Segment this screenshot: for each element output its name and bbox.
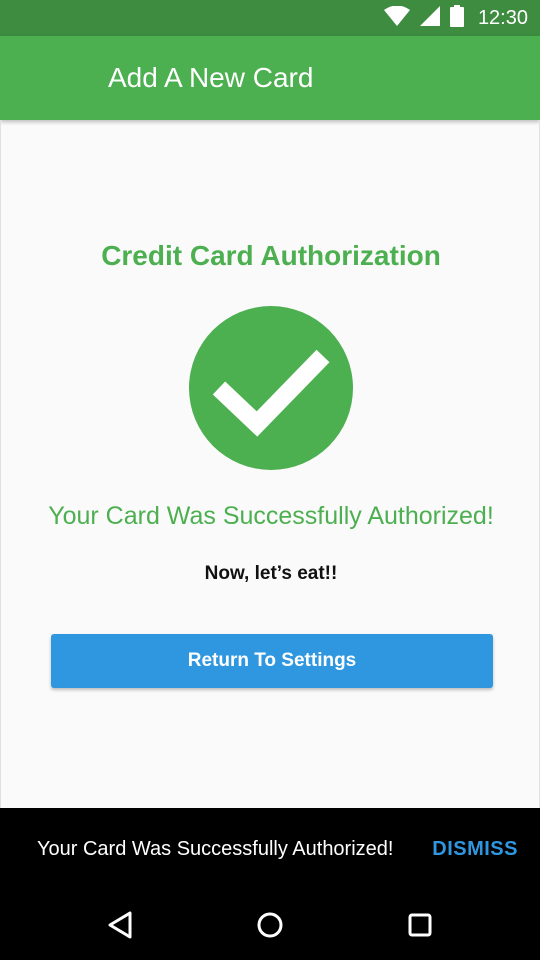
wifi-icon — [383, 5, 410, 31]
battery-icon — [449, 4, 464, 32]
screen: 12:30 Add A New Card Credit Card Authori… — [0, 0, 540, 960]
cell-signal-icon — [419, 5, 440, 31]
main-content: Credit Card Authorization Your Card Was … — [0, 120, 540, 808]
back-icon[interactable] — [102, 907, 138, 943]
snackbar-message: Your Card Was Successfully Authorized! — [37, 838, 394, 860]
dismiss-button[interactable]: DISMISS — [432, 808, 518, 890]
app-title: Add A New Card — [108, 62, 314, 93]
recent-apps-icon[interactable] — [402, 907, 438, 943]
nav-bar — [0, 890, 540, 960]
return-to-settings-button[interactable]: Return To Settings — [51, 634, 493, 688]
status-bar: 12:30 — [0, 0, 540, 36]
check-circle-icon — [189, 306, 353, 470]
app-bar: Add A New Card — [0, 36, 540, 120]
home-icon[interactable] — [252, 907, 288, 943]
status-icons: 12:30 — [383, 0, 528, 36]
success-message: Your Card Was Successfully Authorized! — [48, 502, 494, 530]
sub-message: Now, let’s eat!! — [204, 563, 338, 584]
snackbar: Your Card Was Successfully Authorized! D… — [0, 808, 540, 890]
authorization-heading: Credit Card Authorization — [101, 240, 441, 271]
status-time: 12:30 — [477, 6, 528, 29]
